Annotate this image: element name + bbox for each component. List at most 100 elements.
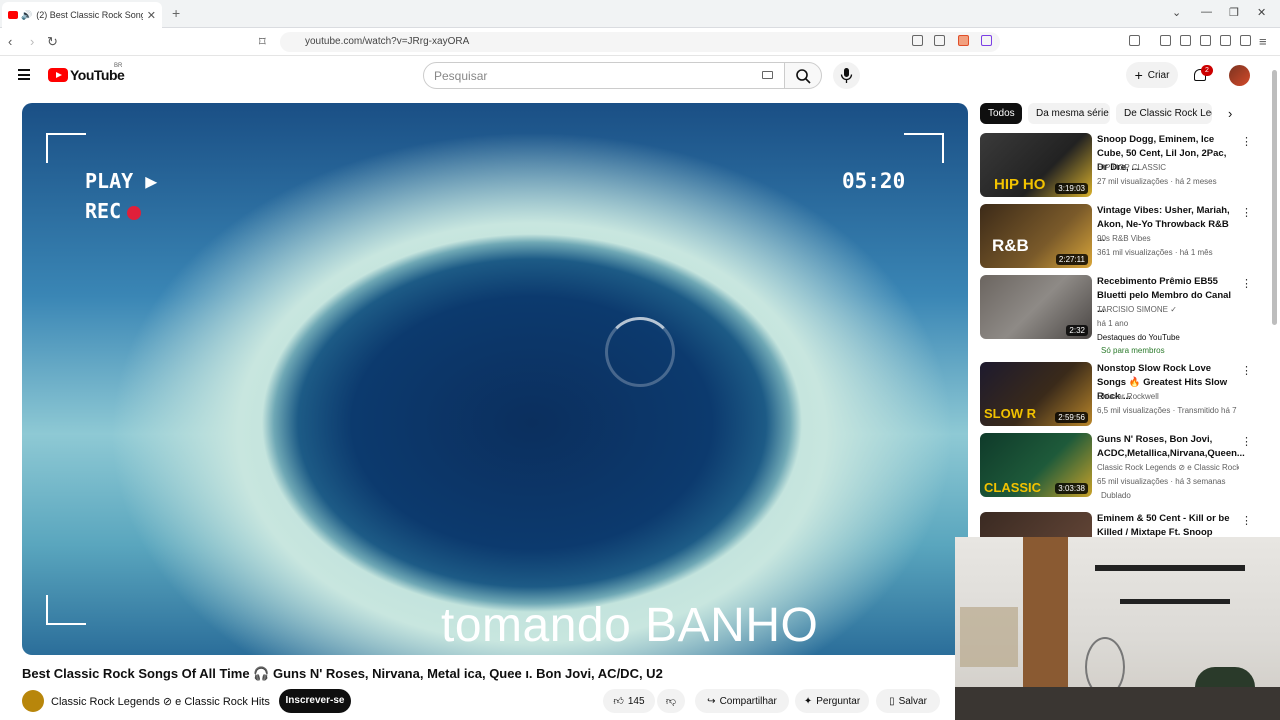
rec-label: REC: [85, 199, 122, 223]
video-thumbnail[interactable]: HIP HO 3:19:03: [980, 133, 1092, 197]
duration-badge: 3:19:03: [1055, 183, 1088, 194]
close-tab-icon[interactable]: ✕: [147, 9, 156, 22]
video-thumbnail[interactable]: SLOW R 2:59:56: [980, 362, 1092, 426]
rec-meta: 27 mil visualizações · há 2 meses: [1097, 177, 1217, 186]
minimize-button[interactable]: —: [1201, 6, 1212, 18]
rec-meta: 6,5 mil visualizações · Transmitido há 7…: [1097, 406, 1237, 415]
share-button[interactable]: ↪ Compartilhar: [695, 689, 789, 713]
page-scrollbar[interactable]: [1272, 70, 1277, 325]
back-icon[interactable]: ‹: [8, 34, 12, 49]
url-field[interactable]: youtube.com/watch?v=JRrg-xayORA: [280, 32, 1000, 52]
voice-search-button[interactable]: [833, 62, 860, 89]
subscribe-button[interactable]: Inscrever-se: [279, 689, 351, 713]
like-button[interactable]: 👍︎ 145: [603, 689, 655, 713]
brave-shield-icon[interactable]: [958, 35, 969, 46]
rewards-icon[interactable]: [981, 35, 992, 46]
youtube-favicon-icon: [8, 11, 18, 19]
search-button[interactable]: [784, 62, 822, 89]
logo-word: YouTube: [70, 67, 125, 83]
save-button[interactable]: ▯ Salvar: [876, 689, 940, 713]
create-label: Criar: [1147, 69, 1170, 81]
rec-channel[interactable]: HIP HOP CLASSIC: [1097, 163, 1166, 172]
ask-button[interactable]: ✦ Perguntar: [795, 689, 869, 713]
channel-avatar[interactable]: [22, 690, 44, 712]
audio-icon[interactable]: 🔊: [21, 10, 32, 21]
share-icon: ↪: [707, 695, 716, 707]
reader-icon[interactable]: [1129, 35, 1140, 46]
youtube-logo[interactable]: YouTube BR: [48, 63, 125, 83]
share-page-icon[interactable]: [934, 35, 945, 46]
tab-list-icon[interactable]: ⌄: [1172, 6, 1181, 19]
members-only-badge: Só para membros: [1101, 346, 1165, 355]
wallet-icon[interactable]: [1200, 35, 1211, 46]
channel-name[interactable]: Classic Rock Legends ⊘ e Classic Rock Hi…: [51, 695, 270, 708]
video-thumbnail[interactable]: 2:32: [980, 275, 1092, 339]
more-options-icon[interactable]: ⋮: [1241, 206, 1252, 219]
chip-channel[interactable]: De Classic Rock Lege: [1116, 103, 1212, 124]
dislike-button[interactable]: 👎︎: [657, 689, 685, 713]
rec-meta: 65 mil visualizações · há 3 semanas: [1097, 477, 1226, 486]
shelf-bottom: [1120, 599, 1230, 604]
more-options-icon[interactable]: ⋮: [1241, 514, 1252, 527]
maximize-button[interactable]: ❐: [1229, 6, 1239, 19]
play-overlay-label: PLAY ▶: [85, 169, 158, 193]
microphone-icon: [840, 68, 853, 83]
rec-dot-icon: [127, 205, 142, 220]
thumbnail-text: SLOW R: [984, 406, 1036, 421]
more-options-icon[interactable]: ⋮: [1241, 435, 1252, 448]
keyboard-icon[interactable]: [762, 71, 773, 79]
thumbs-up-icon: 👍︎: [613, 696, 624, 707]
create-button[interactable]: + Criar: [1126, 62, 1178, 88]
rec-overlay: REC: [85, 199, 142, 223]
rec-channel[interactable]: TARCISIO SIMONE ✓: [1097, 305, 1177, 314]
duration-badge: 2:32: [1066, 325, 1088, 336]
frame-corner-top-left: [46, 133, 86, 163]
video-timer: 05:20: [842, 169, 906, 193]
region-code: BR: [114, 63, 123, 69]
more-options-icon[interactable]: ⋮: [1241, 135, 1252, 148]
address-bar-row: ‹ › ↻ ⌑ youtube.com/watch?v=JRrg-xayORA …: [0, 28, 1280, 56]
sidebar-icon[interactable]: [1180, 35, 1191, 46]
hamburger-menu-icon[interactable]: [18, 69, 30, 80]
video-player[interactable]: PLAY ▶ REC 05:20: [22, 103, 968, 655]
cast-icon[interactable]: [912, 35, 923, 46]
thumbs-down-icon: 👎︎: [665, 696, 677, 707]
chip-todos[interactable]: Todos: [980, 103, 1022, 124]
plus-icon: +: [1134, 67, 1143, 83]
caption-overlay: tomando BANHO: [441, 599, 819, 652]
more-options-icon[interactable]: ⋮: [1241, 364, 1252, 377]
thumbnail-text: CLASSIC: [984, 480, 1042, 495]
video-title: Best Classic Rock Songs Of All Time 🎧 Gu…: [22, 666, 663, 681]
bookmark-save-icon: ▯: [889, 695, 895, 707]
shelf-top: [1095, 565, 1245, 571]
rec-channel[interactable]: Chiaxar Rockwell: [1097, 392, 1159, 401]
vpn-icon[interactable]: [1240, 35, 1251, 46]
youtube-header: YouTube BR Pesquisar + Criar 2: [0, 56, 1280, 96]
video-thumbnail[interactable]: CLASSIC 3:03:38: [980, 433, 1092, 497]
leo-icon[interactable]: [1220, 35, 1231, 46]
bookmark-icon[interactable]: ⌑: [259, 34, 266, 50]
browser-tab[interactable]: 🔊 (2) Best Classic Rock Songs O ✕: [2, 2, 162, 28]
user-avatar[interactable]: [1229, 65, 1250, 86]
music-icon[interactable]: [1160, 35, 1171, 46]
tab-title: (2) Best Classic Rock Songs O: [36, 10, 143, 20]
chips-next-chevron-icon[interactable]: ›: [1228, 106, 1232, 121]
close-window-button[interactable]: ✕: [1257, 6, 1266, 19]
video-thumbnail[interactable]: R&B 2:27:11: [980, 204, 1092, 268]
search-input[interactable]: Pesquisar: [423, 62, 785, 89]
rec-channel[interactable]: Classic Rock Legends ⊘ e Classic Rock...: [1097, 463, 1239, 472]
menu-icon[interactable]: ≡: [1259, 34, 1267, 49]
chip-same-series[interactable]: Da mesma série: [1028, 103, 1110, 124]
forward-icon[interactable]: ›: [30, 34, 34, 49]
browser-tabbar: 🔊 (2) Best Classic Rock Songs O ✕ + ⌄ — …: [0, 0, 1280, 28]
reload-icon[interactable]: ↻: [47, 34, 58, 50]
more-options-icon[interactable]: ⋮: [1241, 277, 1252, 290]
dubbed-badge: Dublado: [1101, 491, 1131, 500]
frame-corner-top-right: [904, 133, 944, 163]
rec-meta: há 1 ano: [1097, 319, 1129, 328]
new-tab-button[interactable]: +: [172, 5, 180, 21]
duration-badge: 2:59:56: [1055, 412, 1088, 423]
rec-channel[interactable]: 90s R&B Vibes: [1097, 234, 1151, 243]
search-icon: [796, 69, 811, 84]
rec-highlight: Destaques do YouTube: [1097, 333, 1180, 342]
